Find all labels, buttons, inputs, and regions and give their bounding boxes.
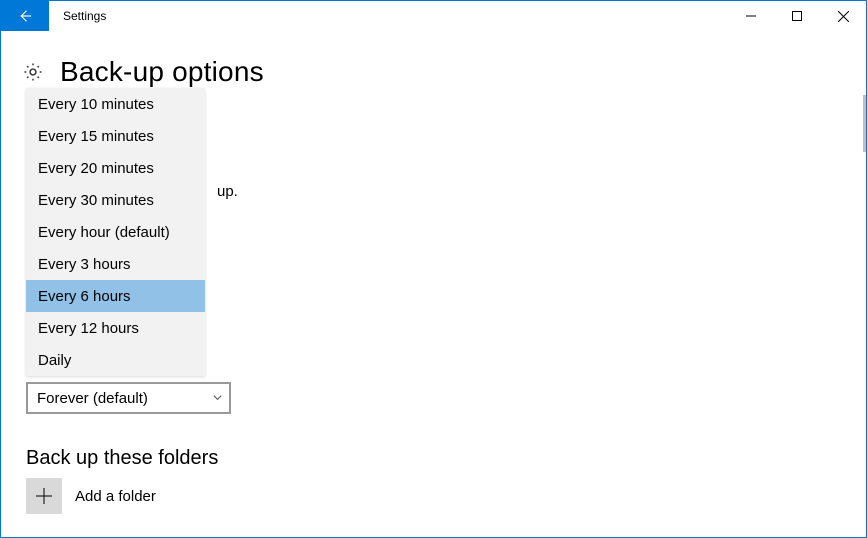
content: Back-up options up. Forever (default) Ba… [1, 31, 866, 120]
main-area: up. Forever (default) Back up these fold… [1, 88, 866, 120]
keep-backups-combo[interactable]: Forever (default) [26, 382, 231, 414]
combo-value: Forever (default) [37, 390, 148, 407]
plus-icon [26, 478, 62, 514]
partial-text: up. [217, 183, 238, 200]
title-bar: Settings [1, 1, 866, 31]
window-controls [728, 1, 866, 31]
frequency-option[interactable]: Every 6 hours [26, 280, 205, 312]
minimize-button[interactable] [728, 1, 774, 31]
frequency-option[interactable]: Every 3 hours [26, 248, 205, 280]
close-button[interactable] [820, 1, 866, 31]
frequency-option[interactable]: Every 15 minutes [26, 120, 205, 152]
frequency-option[interactable]: Every hour (default) [26, 216, 205, 248]
frequency-option[interactable]: Every 10 minutes [26, 88, 205, 120]
frequency-option[interactable]: Every 20 minutes [26, 152, 205, 184]
add-folder-button[interactable]: Add a folder [26, 478, 156, 514]
title-spacer [106, 1, 728, 31]
chevron-down-icon [212, 390, 223, 407]
frequency-dropdown: Every 10 minutesEvery 15 minutesEvery 20… [26, 88, 205, 376]
frequency-option[interactable]: Every 12 hours [26, 312, 205, 344]
frequency-option[interactable]: Daily [26, 344, 205, 376]
add-folder-label: Add a folder [75, 488, 156, 505]
gear-icon [22, 61, 44, 83]
back-button[interactable] [1, 1, 49, 31]
frequency-option[interactable]: Every 30 minutes [26, 184, 205, 216]
section-heading: Back up these folders [26, 447, 218, 470]
page-header: Back-up options [1, 31, 866, 88]
page-title: Back-up options [60, 56, 264, 88]
window-title: Settings [49, 1, 106, 31]
scrollbar-thumb[interactable] [863, 95, 866, 152]
maximize-button[interactable] [774, 1, 820, 31]
